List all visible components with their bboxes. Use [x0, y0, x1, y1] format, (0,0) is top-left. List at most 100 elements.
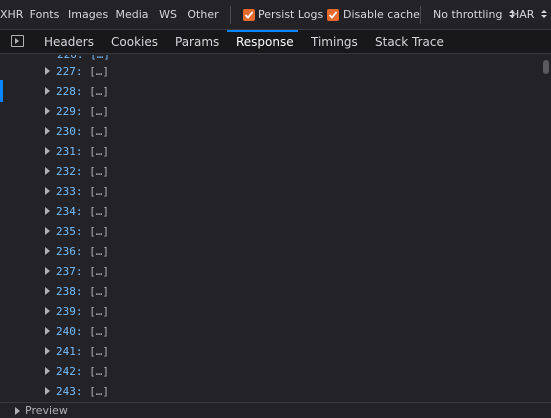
expand-arrow-icon[interactable] [45, 247, 50, 255]
tree-row-key: 240: [56, 325, 83, 338]
tree-row-key: 236: [56, 245, 83, 258]
tree-row-value: […] [89, 185, 109, 198]
tree-row[interactable]: 236: […] [45, 242, 109, 262]
tree-row-key: 230: [56, 125, 83, 138]
expand-arrow-icon [15, 407, 20, 415]
har-menu-button[interactable]: HAR [511, 4, 547, 26]
selected-request-marker [0, 80, 3, 102]
expand-arrow-icon[interactable] [45, 307, 50, 315]
tab-stack-trace[interactable]: Stack Trace [375, 30, 444, 54]
throttling-value: No throttling [433, 8, 503, 21]
tree-row-key: 234: [56, 205, 83, 218]
tree-row-value: […] [89, 165, 109, 178]
disable-cache-checkbox[interactable] [327, 9, 339, 21]
tree-row-key: 241: [56, 345, 83, 358]
tree-row[interactable]: 235: […] [45, 222, 109, 242]
expand-arrow-icon[interactable] [45, 67, 50, 75]
toolbar-divider [420, 6, 421, 24]
expand-arrow-icon[interactable] [45, 287, 50, 295]
dropdown-arrows-icon [540, 10, 547, 18]
expand-arrow-icon[interactable] [45, 167, 50, 175]
tree-row[interactable]: 240: […] [45, 322, 109, 342]
scrollbar-thumb[interactable] [543, 60, 549, 74]
filter-xhr-button[interactable]: XHR [0, 4, 23, 26]
tree-row-key: 231: [56, 145, 83, 158]
tab-timings[interactable]: Timings [311, 30, 358, 54]
filter-other-button[interactable]: Other [185, 4, 221, 26]
tree-row-value: […] [89, 125, 109, 138]
filter-fonts-button[interactable]: Fonts [27, 4, 62, 26]
tree-row[interactable]: 243: […] [45, 382, 109, 402]
tree-row-value: […] [89, 85, 109, 98]
expand-arrow-icon[interactable] [45, 327, 50, 335]
tree-row-key: 232: [56, 165, 83, 178]
expand-arrow-icon[interactable] [45, 347, 50, 355]
tree-row-value: […] [89, 285, 109, 298]
persist-logs-checkbox[interactable] [243, 9, 255, 21]
expand-arrow-icon[interactable] [45, 107, 50, 115]
preview-label: Preview [25, 404, 68, 417]
tree-row[interactable]: 241: […] [45, 342, 109, 362]
tree-row[interactable]: 242: […] [45, 362, 109, 382]
tree-row[interactable]: 229: […] [45, 102, 109, 122]
tree-row-key: 235: [56, 225, 83, 238]
checkmark-icon [244, 11, 254, 19]
details-tab-bar: Headers Cookies Params Response Timings … [0, 30, 551, 54]
tree-row[interactable]: 239: […] [45, 302, 109, 322]
checkmark-icon [328, 11, 338, 19]
har-label: HAR [511, 8, 535, 21]
preview-section-header[interactable]: Preview [0, 402, 551, 417]
tree-row-key: 228: [56, 85, 83, 98]
tree-row-value: […] [89, 145, 109, 158]
tree-row-key: 243: [56, 385, 83, 398]
expand-arrow-icon[interactable] [45, 367, 50, 375]
expand-arrow-icon[interactable] [45, 227, 50, 235]
expand-arrow-icon[interactable] [45, 387, 50, 395]
expand-arrow-icon[interactable] [45, 267, 50, 275]
tree-row[interactable]: 231: […] [45, 142, 109, 162]
tree-row-key: 237: [56, 265, 83, 278]
tree-row-key: 227: [56, 65, 83, 78]
tree-row-value: […] [89, 265, 109, 278]
tree-row[interactable]: 227: […] [45, 62, 109, 82]
persist-logs-label[interactable]: Persist Logs [258, 4, 323, 26]
tab-params[interactable]: Params [175, 30, 219, 54]
tree-row-value: […] [89, 105, 109, 118]
request-filter-toolbar: XHR Fonts Images Media WS Other Persist … [0, 0, 551, 30]
tab-headers[interactable]: Headers [44, 30, 94, 54]
clipped-tree-row: 226: […] [57, 55, 117, 61]
tree-row[interactable]: 228: […] [45, 82, 109, 102]
tree-row-value: […] [89, 225, 109, 238]
tree-row[interactable]: 233: […] [45, 182, 109, 202]
tree-row-value: […] [89, 365, 109, 378]
disable-cache-label[interactable]: Disable cache [343, 4, 420, 26]
filter-media-button[interactable]: Media [113, 4, 151, 26]
tree-row[interactable]: 234: […] [45, 202, 109, 222]
tree-row[interactable]: 232: […] [45, 162, 109, 182]
filter-images-button[interactable]: Images [68, 4, 108, 26]
filter-ws-button[interactable]: WS [156, 4, 180, 26]
tab-response[interactable]: Response [236, 30, 294, 54]
tree-row-key: 239: [56, 305, 83, 318]
tree-row-value: […] [89, 65, 109, 78]
tree-row-key: 233: [56, 185, 83, 198]
toolbar-divider [230, 6, 231, 24]
tree-row-key: 238: [56, 285, 83, 298]
expand-arrow-icon[interactable] [45, 87, 50, 95]
expand-arrow-icon[interactable] [45, 187, 50, 195]
tree-row-value: […] [89, 385, 109, 398]
tree-row-value: […] [89, 325, 109, 338]
tree-row[interactable]: 237: […] [45, 262, 109, 282]
expand-arrow-icon[interactable] [45, 207, 50, 215]
toggle-sidebar-icon[interactable] [11, 35, 24, 47]
tree-row[interactable]: 238: […] [45, 282, 109, 302]
vertical-scrollbar[interactable] [542, 55, 551, 402]
throttling-select[interactable]: No throttling [433, 4, 515, 26]
tree-row[interactable]: 230: […] [45, 122, 109, 142]
active-tab-indicator [227, 30, 298, 32]
expand-arrow-icon[interactable] [45, 147, 50, 155]
tree-row-value: […] [89, 205, 109, 218]
expand-arrow-icon[interactable] [45, 127, 50, 135]
tree-row-key: 242: [56, 365, 83, 378]
tab-cookies[interactable]: Cookies [111, 30, 158, 54]
